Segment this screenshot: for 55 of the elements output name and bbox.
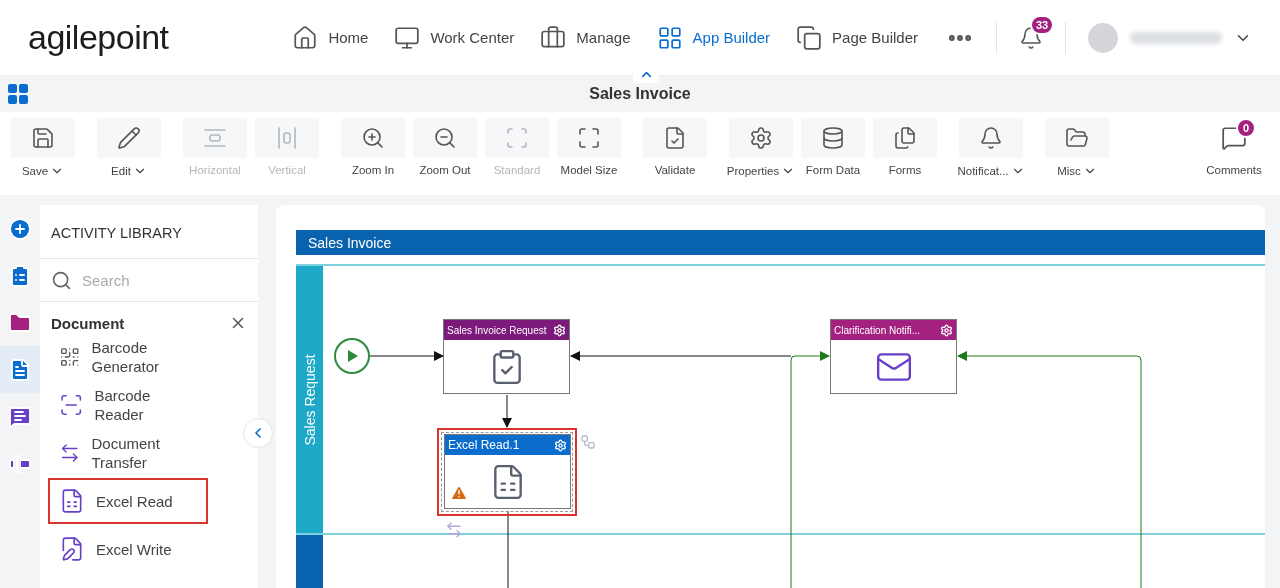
database-icon [821,126,845,150]
activity-item[interactable]: Excel Write [48,526,208,572]
settings-icon[interactable] [940,323,953,337]
page-title: Sales Invoice [589,85,691,103]
monitor-icon [394,24,421,51]
panel-title: ACTIVITY LIBRARY [40,205,258,259]
align-horizontal-icon [203,126,227,150]
frame-icon [505,126,529,150]
start-event [334,338,370,374]
lane-header [296,535,323,588]
connector-handle-icon[interactable] [580,434,596,450]
node-title: Excel Read.1 [448,438,520,452]
apps-icon[interactable] [6,82,30,106]
folder-icon [1065,126,1089,150]
nav-link[interactable]: App Builder [656,24,771,51]
rail-button[interactable] [0,346,40,393]
connector-arrow [502,394,512,428]
home-icon [292,24,319,51]
bell-icon [979,126,1003,150]
nav-link[interactable]: Manage [540,24,631,51]
activity-node[interactable]: Excel Read.1 [444,434,571,509]
notification-badge: 33 [1030,14,1055,35]
settings-icon[interactable] [554,438,567,452]
pencil-icon [117,126,141,150]
settings-icon[interactable] [553,323,566,337]
scan-icon [59,392,84,418]
files-icon [893,126,917,150]
pool-header: Sales Invoice [296,230,1265,255]
node-title: Sales Invoice Request [447,324,547,336]
briefcase-icon [540,24,567,51]
save-icon [31,126,55,150]
nav-link[interactable]: Page Builder [796,24,918,51]
activity-item[interactable]: Barcode Reader [48,382,208,428]
lane-title: Sales Request [301,353,318,446]
file-check-icon [663,126,687,150]
notifications-button[interactable]: 33 [1019,15,1057,50]
copy-icon [796,24,823,51]
activity-item[interactable]: Excel Read [48,478,208,524]
settings-icon [749,126,773,150]
zoom-out-icon [433,126,457,150]
activity-node[interactable]: Sales Invoice Request [443,319,570,394]
activity-item[interactable]: Document Transfer [48,430,208,476]
comment-count-badge: 0 [1236,118,1256,138]
nav-link[interactable]: Work Center [394,24,515,51]
align-vertical-icon [275,126,299,150]
node-title: Clarification Notifi... [834,324,921,336]
activity-node[interactable]: Clarification Notifi... [830,319,957,394]
logo: agilepoint [28,18,170,57]
activity-item[interactable]: Barcode Generator [48,334,208,380]
category-title: Document [51,314,125,332]
search-icon [51,269,72,291]
zoom-in-icon [361,126,385,150]
nav-link[interactable]: Home [292,24,369,51]
grid-icon [656,24,683,51]
fullscreen-icon [577,126,601,150]
